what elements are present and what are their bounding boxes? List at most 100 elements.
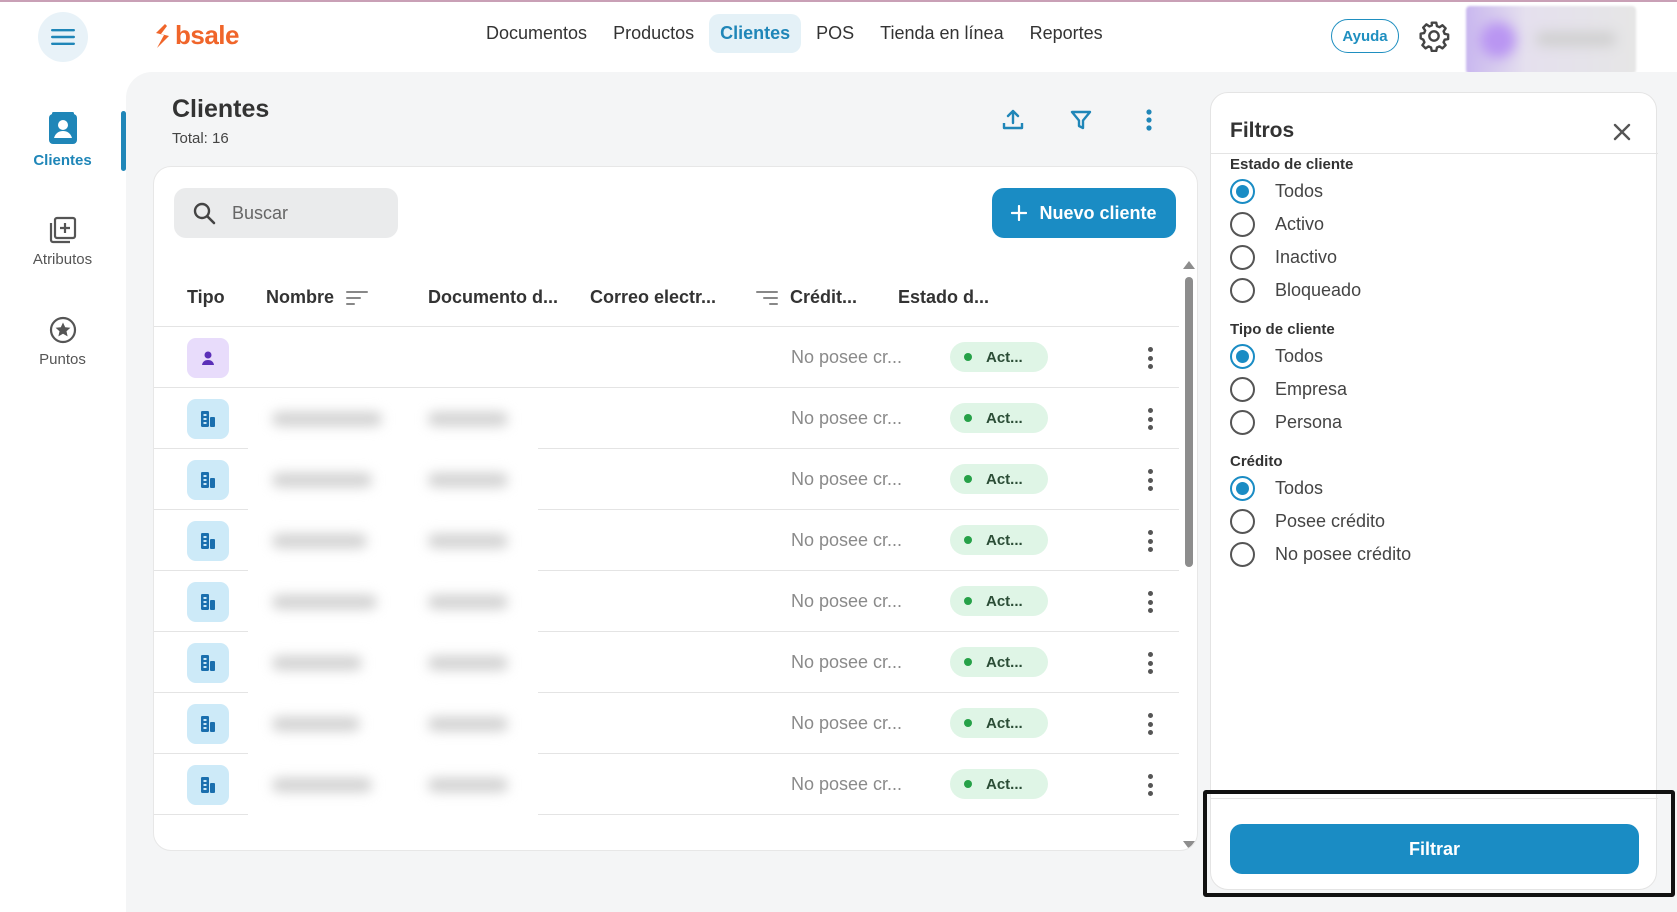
nav-item-productos[interactable]: Productos [602,14,705,53]
user-account-menu[interactable] [1466,6,1636,74]
rail-item-atributos[interactable]: Atributos [0,215,125,268]
credit-cell: No posee cr... [791,408,903,428]
nav-item-tienda-en-l-nea[interactable]: Tienda en línea [869,14,1014,53]
building-icon [201,533,215,549]
filter-option-radio[interactable]: Persona [1230,410,1342,435]
scroll-thumb[interactable] [1185,277,1193,567]
radio-button[interactable] [1230,377,1255,402]
filter-section-title: Tipo de cliente [1230,321,1335,338]
column-header-tipo[interactable]: Tipo [187,287,225,308]
help-button[interactable]: Ayuda [1331,19,1399,53]
redacted-cell [248,510,538,571]
column-header-credito[interactable]: Crédit... [756,287,857,308]
building-icon [201,716,215,732]
table-row[interactable]: No posee cr... Act... [154,449,1179,510]
star-circle-icon [49,316,76,344]
filter-button[interactable] [1066,105,1096,135]
credit-cell: No posee cr... [791,347,903,367]
rail-label-atributos: Atributos [32,251,93,268]
redacted-cell [248,449,538,510]
status-dot [964,658,972,666]
nav-item-documentos[interactable]: Documentos [475,14,598,53]
radio-button[interactable] [1230,245,1255,270]
table-row[interactable]: No posee cr... Act... [154,388,1179,449]
radio-button[interactable] [1230,179,1255,204]
status-dot [964,780,972,788]
rail-item-clientes[interactable]: Clientes [0,112,125,169]
row-more-options-button[interactable] [1138,528,1162,554]
credit-cell: No posee cr... [791,530,903,550]
filter-option-radio[interactable]: No posee crédito [1230,542,1411,567]
plus-icon [1011,205,1028,221]
filter-section-title: Crédito [1230,453,1283,470]
scroll-down-arrow-icon[interactable] [1183,841,1195,849]
table-scrollbar[interactable] [1180,261,1197,850]
filter-option-radio[interactable]: Todos [1230,179,1323,204]
radio-button[interactable] [1230,476,1255,501]
radio-button[interactable] [1230,542,1255,567]
column-header-documento[interactable]: Documento d... [428,287,558,308]
filter-option-radio[interactable]: Empresa [1230,377,1347,402]
nav-item-clientes[interactable]: Clientes [709,14,802,53]
table-row[interactable]: No posee cr... Act... [154,754,1179,815]
search-input[interactable] [232,202,382,224]
filter-option-radio[interactable]: Posee crédito [1230,509,1385,534]
filter-option-radio[interactable]: Activo [1230,212,1324,237]
sort-icon[interactable] [346,290,369,306]
more-options-button[interactable] [1134,105,1164,135]
nav-item-pos[interactable]: POS [805,14,865,53]
hamburger-menu-button[interactable] [38,12,88,62]
bsale-logo[interactable]: bsale [153,20,240,51]
row-more-options-button[interactable] [1138,772,1162,798]
status-dot [964,353,972,361]
radio-label: Posee crédito [1275,511,1386,531]
column-label-documento: Documento d... [428,287,558,307]
gear-icon[interactable] [1418,20,1450,52]
row-more-options-button[interactable] [1138,711,1162,737]
filter-option-radio[interactable]: Bloqueado [1230,278,1361,303]
filter-option-radio[interactable]: Todos [1230,344,1323,369]
table-row[interactable]: No posee cr... Act... [154,571,1179,632]
rail-item-puntos[interactable]: Puntos [0,315,125,368]
top-navigation: Documentos Productos Clientes POS Tienda en … [475,14,1114,53]
filter-option-radio[interactable]: Inactivo [1230,245,1337,270]
radio-button[interactable] [1230,212,1255,237]
radio-button[interactable] [1230,278,1255,303]
close-icon[interactable] [1607,117,1637,147]
table-row[interactable]: No posee cr... Act... [154,632,1179,693]
contact-card-icon [48,112,77,144]
table-row[interactable]: No posee cr... Act... [154,510,1179,571]
redacted-name [272,412,382,426]
radio-button[interactable] [1230,344,1255,369]
radio-label: Empresa [1275,379,1348,399]
row-more-options-button[interactable] [1138,650,1162,676]
nav-item-reportes[interactable]: Reportes [1019,14,1114,53]
export-button[interactable] [998,105,1028,135]
credit-cell: No posee cr... [791,469,903,489]
apply-filters-button[interactable]: Filtrar [1230,824,1639,874]
radio-label: No posee crédito [1275,544,1412,564]
radio-label: Activo [1275,214,1325,234]
search-box[interactable] [174,188,398,238]
redacted-name [272,473,372,487]
row-more-options-button[interactable] [1138,406,1162,432]
row-more-options-button[interactable] [1138,345,1162,371]
column-header-estado[interactable]: Estado d... [898,287,989,308]
table-row[interactable]: No posee cr... Act... [154,693,1179,754]
filter-option-radio[interactable]: Todos [1230,476,1323,501]
radio-button[interactable] [1230,410,1255,435]
column-header-nombre[interactable]: Nombre [266,287,369,308]
status-label: Act... [986,348,1023,366]
table-row[interactable]: No posee cr... Act... [154,327,1179,388]
redacted-document [428,534,508,548]
row-more-options-button[interactable] [1138,589,1162,615]
status-dot [964,597,972,605]
sort-icon[interactable] [756,290,778,306]
radio-button[interactable] [1230,509,1255,534]
column-header-correo[interactable]: Correo electr... [590,287,716,308]
row-more-options-button[interactable] [1138,467,1162,493]
hamburger-icon [51,29,75,45]
status-dot [964,719,972,727]
scroll-up-arrow-icon[interactable] [1183,261,1195,269]
new-client-button[interactable]: Nuevo cliente [992,188,1176,238]
